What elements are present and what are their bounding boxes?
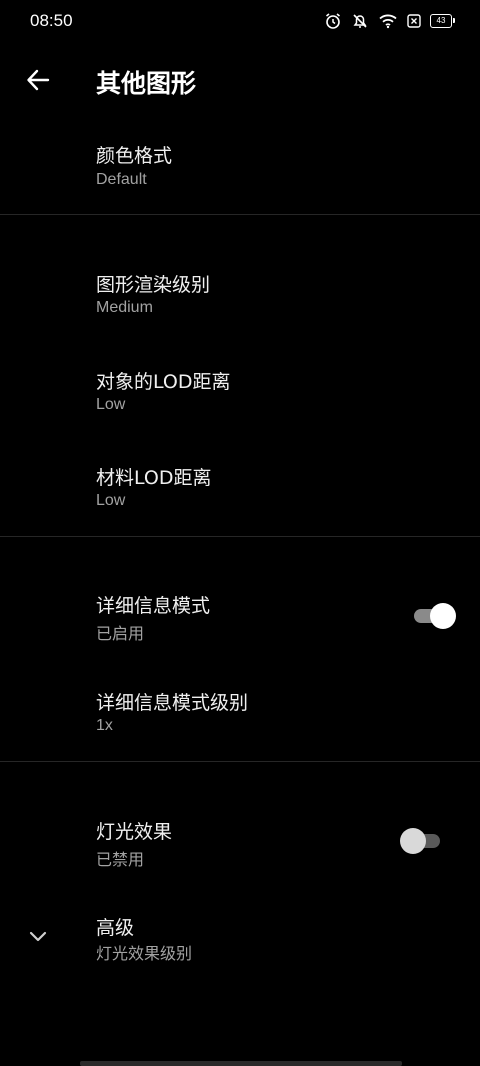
setting-detail-mode-level[interactable]: 详细信息模式级别 1x xyxy=(0,673,480,753)
page-title: 其他图形 xyxy=(96,69,197,98)
battery-level: 43 xyxy=(436,16,446,25)
chevron-down-icon xyxy=(26,924,50,948)
setting-value: Medium xyxy=(96,299,153,316)
app-bar: 其他图形 xyxy=(0,50,480,110)
status-bar: 08:50 43 xyxy=(0,0,480,44)
section-divider xyxy=(0,761,480,762)
setting-title: 图形渲染级别 xyxy=(96,274,211,296)
wifi-icon xyxy=(378,13,398,29)
setting-title: 材料LOD距离 xyxy=(96,467,212,489)
setting-detail-mode[interactable]: 详细信息模式 已启用 xyxy=(0,576,480,656)
section-divider xyxy=(0,536,480,537)
setting-title: 高级 xyxy=(96,917,135,939)
setting-value: 已禁用 xyxy=(96,852,145,869)
setting-value: Low xyxy=(96,396,126,413)
toggle-thumb xyxy=(400,828,426,854)
setting-advanced[interactable]: 高级 灯光效果级别 xyxy=(0,898,480,978)
setting-value: Low xyxy=(96,492,126,509)
settings-screen: 08:50 43 其他图形 颜色格式 Default 图形渲染级别 Medium… xyxy=(0,0,480,1066)
back-button[interactable] xyxy=(18,62,58,98)
setting-color-format[interactable]: 颜色格式 Default xyxy=(0,125,480,213)
status-icons: 43 xyxy=(324,11,455,31)
setting-title: 对象的LOD距离 xyxy=(96,371,231,393)
setting-title: 灯光效果 xyxy=(96,821,173,843)
setting-title: 颜色格式 xyxy=(96,145,173,167)
setting-lighting[interactable]: 灯光效果 已禁用 xyxy=(0,802,480,882)
status-time: 08:50 xyxy=(30,11,73,30)
setting-title: 详细信息模式级别 xyxy=(96,692,249,714)
setting-value: Default xyxy=(96,171,147,188)
sim-off-icon xyxy=(407,14,421,28)
navigation-handle[interactable] xyxy=(80,1061,402,1066)
section-divider xyxy=(0,214,480,215)
detail-mode-toggle[interactable] xyxy=(410,603,456,629)
setting-material-lod[interactable]: 材料LOD距离 Low xyxy=(0,448,480,528)
alarm-icon xyxy=(324,12,342,30)
battery-icon: 43 xyxy=(430,14,455,28)
arrow-left-icon xyxy=(27,69,50,91)
toggle-thumb xyxy=(430,603,456,629)
lighting-toggle[interactable] xyxy=(400,828,446,854)
mute-icon xyxy=(351,12,369,30)
setting-render-level[interactable]: 图形渲染级别 Medium xyxy=(0,255,480,335)
setting-title: 详细信息模式 xyxy=(96,595,211,617)
setting-value: 已启用 xyxy=(96,626,145,643)
setting-object-lod[interactable]: 对象的LOD距离 Low xyxy=(0,352,480,432)
setting-value: 1x xyxy=(96,717,113,734)
setting-value: 灯光效果级别 xyxy=(96,946,193,963)
